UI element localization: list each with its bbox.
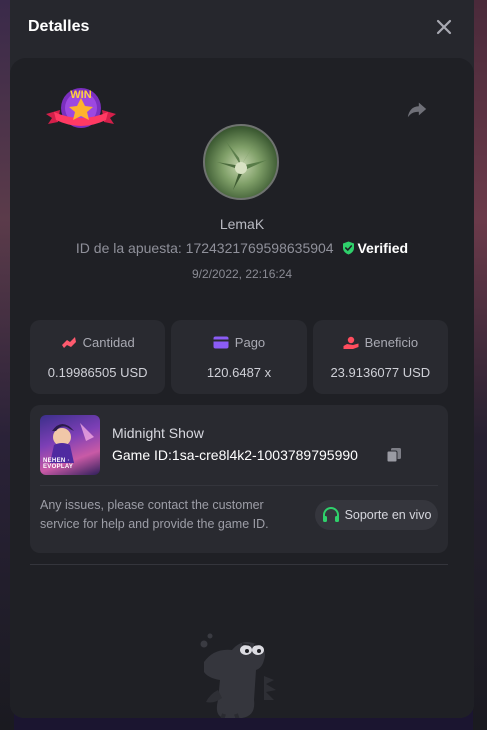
background-right — [473, 0, 487, 730]
bottom-divider — [30, 564, 448, 565]
stat-amount-head: Cantidad — [30, 335, 165, 350]
game-thumbnail-label: NEHEN · EVOPLAY — [43, 458, 74, 470]
verified-shield-icon — [343, 241, 355, 255]
username: LemaK — [219, 216, 265, 232]
plant-image — [217, 136, 267, 190]
dinosaur-mascot-icon — [200, 633, 276, 718]
copy-icon[interactable] — [386, 447, 402, 463]
live-support-label: Soporte en vivo — [344, 508, 432, 522]
bet-card: WIN LemaK ID de la apuesta: 172432176959… — [10, 58, 474, 718]
hand-coin-icon — [343, 336, 359, 349]
stat-profit-head: Beneficio — [313, 335, 448, 350]
stat-profit-value: 23.9136077 USD — [330, 365, 431, 380]
stat-payout-head: Pago — [171, 335, 306, 350]
support-info-text: Any issues, please contact the customer … — [40, 498, 269, 531]
live-support-button[interactable]: Soporte en vivo — [315, 500, 438, 530]
stat-profit: Beneficio 23.9136077 USD — [312, 320, 448, 394]
bet-id-row: ID de la apuesta: 1724321769598635904 Ve… — [10, 240, 474, 256]
stats-row: Cantidad 0.19986505 USD Pago 120.6487 x — [30, 320, 448, 394]
game-thumbnail[interactable]: NEHEN · EVOPLAY — [40, 415, 100, 475]
stat-amount-label: Cantidad — [82, 335, 135, 350]
game-id: Game ID:1sa-cre8l4k2-1003789795990 — [112, 447, 358, 463]
details-modal: Detalles WIN LemaK ID de la apuesta: 172… — [10, 0, 474, 718]
stat-payout-value: 120.6487 x — [206, 365, 272, 380]
game-id-value: 1sa-cre8l4k2-1003789795990 — [171, 447, 358, 463]
game-info-box: NEHEN · EVOPLAY Midnight Show Game ID:1s… — [30, 405, 448, 553]
bet-timestamp: 9/2/2022, 22:16:24 — [191, 267, 293, 281]
game-id-label: Game ID: — [112, 447, 172, 463]
game-divider — [40, 485, 438, 486]
bet-id-value: 1724321769598635904 — [185, 240, 334, 256]
headset-icon — [322, 506, 339, 522]
verified-label: Verified — [357, 240, 409, 256]
stat-payout-label: Pago — [234, 335, 266, 350]
modal-title: Detalles — [28, 18, 90, 35]
stat-payout: Pago 120.6487 x — [171, 320, 307, 394]
share-icon[interactable] — [406, 98, 428, 120]
coins-icon — [61, 336, 76, 348]
game-name[interactable]: Midnight Show — [112, 425, 204, 441]
modal-header: Detalles — [10, 0, 474, 56]
svg-text:WIN: WIN — [70, 89, 91, 101]
bet-id-label: ID de la apuesta: — [75, 240, 182, 256]
win-badge-icon: WIN — [46, 88, 116, 128]
card-icon — [213, 336, 229, 349]
avatar — [203, 124, 279, 200]
stat-profit-label: Beneficio — [364, 335, 419, 350]
close-icon[interactable] — [434, 17, 454, 37]
stat-amount: Cantidad 0.19986505 USD — [30, 320, 166, 394]
stat-amount-value: 0.19986505 USD — [47, 365, 148, 380]
